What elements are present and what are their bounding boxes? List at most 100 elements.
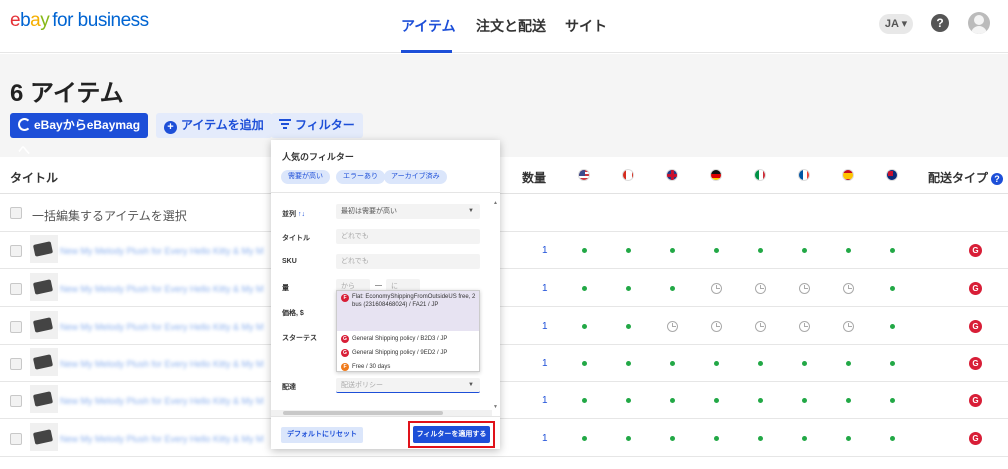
status-filter-label: スターテス: [282, 335, 317, 342]
pending-clock-icon: [799, 321, 810, 332]
nav-site[interactable]: サイト: [565, 16, 607, 36]
item-quantity[interactable]: 1: [542, 245, 548, 256]
row-divider: [0, 344, 1008, 345]
listed-status-icon: [758, 361, 763, 366]
item-title-link[interactable]: New My Melody Plush for Every Hello Kitt…: [60, 396, 264, 406]
item-title-link[interactable]: New My Melody Plush for Every Hello Kitt…: [60, 284, 264, 294]
sort-arrows-icon: ↑↓: [296, 211, 305, 218]
toolbar-band: [0, 54, 1008, 157]
listed-status-icon: [758, 248, 763, 253]
shipping-policy-badge: G: [969, 244, 982, 257]
highlight-box: フィルターを適用する: [408, 421, 495, 448]
item-thumbnail[interactable]: [30, 273, 58, 301]
column-shipping-type[interactable]: 配送タイプ?: [928, 169, 1004, 186]
pending-clock-icon: [667, 321, 678, 332]
panel-divider: [271, 192, 500, 193]
add-item-button[interactable]: + アイテムを追加: [156, 113, 272, 138]
shipping-policy-select[interactable]: 配送ポリシー ▼: [336, 378, 480, 393]
general-policy-icon: G: [341, 349, 349, 357]
filter-button[interactable]: フィルター: [271, 113, 363, 138]
row-checkbox[interactable]: [10, 433, 22, 445]
chip-high-demand[interactable]: 需要が高い: [281, 170, 330, 184]
shipping-policy-badge: G: [969, 357, 982, 370]
item-thumbnail[interactable]: [30, 423, 58, 451]
panel-vertical-scrollbar[interactable]: ▲ ▼: [492, 200, 498, 410]
ebay-to-ebaymag-button[interactable]: eBayからeBaymagへ: [10, 113, 148, 157]
language-selector[interactable]: JA ▾: [879, 14, 913, 34]
listed-status-icon: [758, 436, 763, 441]
listed-status-icon: [846, 248, 851, 253]
help-icon[interactable]: ?: [931, 14, 949, 32]
chevron-down-icon: ▼: [468, 382, 474, 388]
dropdown-option[interactable]: G General Shipping policy / B2D3 / JP: [337, 333, 479, 346]
dropdown-option[interactable]: F Flat: EconomyShippingFromOutsideUS free…: [337, 291, 479, 331]
listed-status-icon: [582, 398, 587, 403]
item-title-link[interactable]: New My Melody Plush for Every Hello Kitt…: [60, 322, 264, 332]
sync-icon: [18, 118, 31, 131]
column-title[interactable]: タイトル: [10, 169, 58, 186]
item-thumbnail[interactable]: [30, 235, 58, 263]
item-title-link[interactable]: New My Melody Plush for Every Hello Kitt…: [60, 359, 264, 369]
sort-select[interactable]: 最初は需要が高い ▼: [336, 204, 480, 219]
item-title-link[interactable]: New My Melody Plush for Every Hello Kitt…: [60, 434, 264, 444]
listed-status-icon: [582, 248, 587, 253]
pending-clock-icon: [711, 321, 722, 332]
listed-status-icon: [890, 248, 895, 253]
scrollbar-thumb[interactable]: [283, 411, 443, 415]
france-flag-icon: [798, 169, 810, 181]
nav-orders-shipping[interactable]: 注文と配送: [476, 16, 546, 36]
item-thumbnail[interactable]: [30, 311, 58, 339]
listed-status-icon: [626, 361, 631, 366]
row-divider: [0, 456, 1008, 457]
apply-filter-button[interactable]: フィルターを適用する: [413, 426, 490, 443]
avatar[interactable]: [968, 12, 990, 34]
listed-status-icon: [802, 398, 807, 403]
listed-status-icon: [626, 286, 631, 291]
listed-status-icon: [670, 436, 675, 441]
row-checkbox[interactable]: [10, 245, 22, 257]
row-checkbox[interactable]: [10, 395, 22, 407]
row-checkbox[interactable]: [10, 283, 22, 295]
info-icon[interactable]: ?: [991, 173, 1004, 185]
row-checkbox[interactable]: [10, 358, 22, 370]
popular-filters-title: 人気のフィルター: [282, 152, 354, 162]
item-thumbnail[interactable]: [30, 385, 58, 413]
select-all-checkbox[interactable]: [10, 207, 22, 219]
nav-active-indicator: [401, 50, 452, 53]
shipping-policy-badge: G: [969, 394, 982, 407]
sort-label: 並列 ↑↓: [282, 211, 305, 218]
australia-flag-icon: [886, 169, 898, 181]
listed-status-icon: [670, 286, 675, 291]
listed-status-icon: [890, 324, 895, 329]
listed-status-icon: [582, 286, 587, 291]
italy-flag-icon: [754, 169, 766, 181]
sku-filter-input[interactable]: どれでも: [336, 254, 480, 269]
item-thumbnail[interactable]: [30, 348, 58, 376]
item-title-link[interactable]: New My Melody Plush for Every Hello Kitt…: [60, 246, 264, 256]
row-divider: [0, 306, 1008, 307]
pending-clock-icon: [711, 283, 722, 294]
item-quantity[interactable]: 1: [542, 358, 548, 369]
listed-status-icon: [626, 398, 631, 403]
listed-status-icon: [714, 248, 719, 253]
general-policy-icon: G: [341, 335, 349, 343]
pending-clock-icon: [755, 321, 766, 332]
item-quantity[interactable]: 1: [542, 321, 548, 332]
listed-status-icon: [890, 398, 895, 403]
row-checkbox[interactable]: [10, 321, 22, 333]
item-quantity[interactable]: 1: [542, 395, 548, 406]
column-quantity[interactable]: 数量: [522, 169, 546, 186]
ebay-logo[interactable]: ebay for business: [10, 10, 149, 32]
nav-items[interactable]: アイテム: [401, 16, 456, 36]
title-filter-input[interactable]: どれでも: [336, 229, 480, 244]
dropdown-option[interactable]: G General Shipping policy / 9ED2 / JP: [337, 347, 479, 360]
item-quantity[interactable]: 1: [542, 283, 548, 294]
listed-status-icon: [670, 361, 675, 366]
reset-default-button[interactable]: デフォルトにリセット: [281, 427, 363, 443]
chip-has-errors[interactable]: エラーあり: [336, 170, 385, 184]
listed-status-icon: [890, 361, 895, 366]
dropdown-option[interactable]: F Free / 30 days: [337, 361, 479, 373]
chip-archived[interactable]: アーカイブ済み: [384, 170, 447, 184]
item-quantity[interactable]: 1: [542, 433, 548, 444]
panel-footer-divider: [271, 416, 500, 417]
